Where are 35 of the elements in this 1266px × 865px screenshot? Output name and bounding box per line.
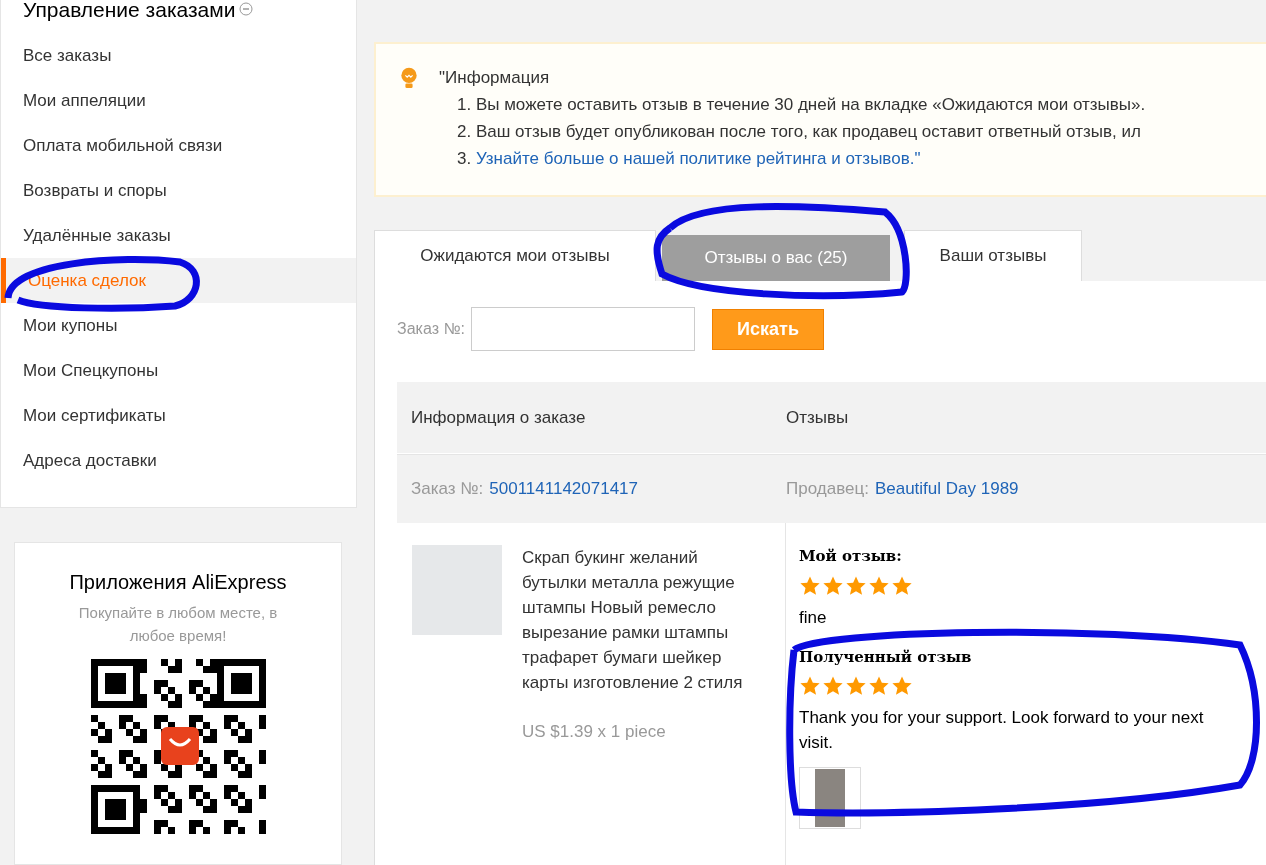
sidebar-item[interactable]: Адреса доставки bbox=[1, 438, 356, 483]
seller-label: Продавец: bbox=[786, 478, 869, 501]
review-text: Thank you for your support. Look forward to your next visit. bbox=[799, 707, 1205, 754]
column-header: Отзывы bbox=[786, 406, 849, 429]
tab[interactable]: Ожидаются мои отзывы bbox=[374, 230, 656, 281]
sidebar-item[interactable]: Удалённые заказы bbox=[1, 213, 356, 258]
promo-subtitle: Покупайте в любом месте, в любое время! bbox=[77, 603, 279, 646]
order-number-field[interactable] bbox=[471, 307, 696, 351]
sidebar-item[interactable]: Мои купоны bbox=[1, 303, 356, 348]
sidebar-item[interactable]: Все заказы bbox=[1, 33, 356, 78]
sidebar-item[interactable]: Возвраты и споры bbox=[1, 168, 356, 213]
sidebar-title: Управление заказами bbox=[23, 0, 236, 20]
product-price: US $1.39 x 1 piece bbox=[522, 721, 667, 743]
info-line: 1. Вы можете оставить отзыв в течение 30 дней на вкладке «Ожидаются мои отзывы». bbox=[456, 94, 1146, 116]
review-heading: Мой отзыв: bbox=[799, 546, 903, 567]
sidebar-item[interactable]: Мои сертификаты bbox=[1, 393, 356, 438]
order-label: Заказ №: bbox=[411, 478, 484, 501]
seller-link[interactable]: Beautiful Day 1989 bbox=[874, 476, 1019, 502]
info-heading: "Информация bbox=[439, 67, 551, 89]
product-title: Скрап букинг желаний бутылки металла режущие штампы Новый ремесло вырезание рамки штампы трафарет бумаги шейкер карты изготовление 2 стиля bbox=[522, 547, 744, 694]
info-number: 3. bbox=[457, 148, 473, 170]
policy-link[interactable]: Узнайте больше о нашей политике рейтинга и отзывов." bbox=[475, 145, 921, 172]
review-heading: Полученный отзыв bbox=[799, 646, 973, 668]
sidebar-item[interactable]: Мои аппеляции bbox=[1, 78, 356, 123]
review-text: fine bbox=[799, 606, 828, 629]
lightbulb-icon bbox=[400, 67, 418, 91]
sidebar-item[interactable]: Мои Спецкупоны bbox=[1, 348, 356, 393]
order-number-link[interactable]: 5001141142071417 bbox=[489, 476, 639, 502]
promo-title: Приложения AliExpress bbox=[69, 570, 287, 595]
info-line: 2. Ваш отзыв будет опубликован после того, как продавец оставит ответный отзыв, ил bbox=[456, 121, 1142, 143]
column-header: Информация о заказе bbox=[410, 406, 587, 429]
collapse-icon[interactable] bbox=[239, 2, 254, 16]
sidebar-item[interactable]: Оплата мобильной связи bbox=[1, 123, 356, 168]
order-search-label: Заказ №: bbox=[397, 319, 466, 339]
tab[interactable]: Ваши отзывы bbox=[904, 230, 1082, 281]
